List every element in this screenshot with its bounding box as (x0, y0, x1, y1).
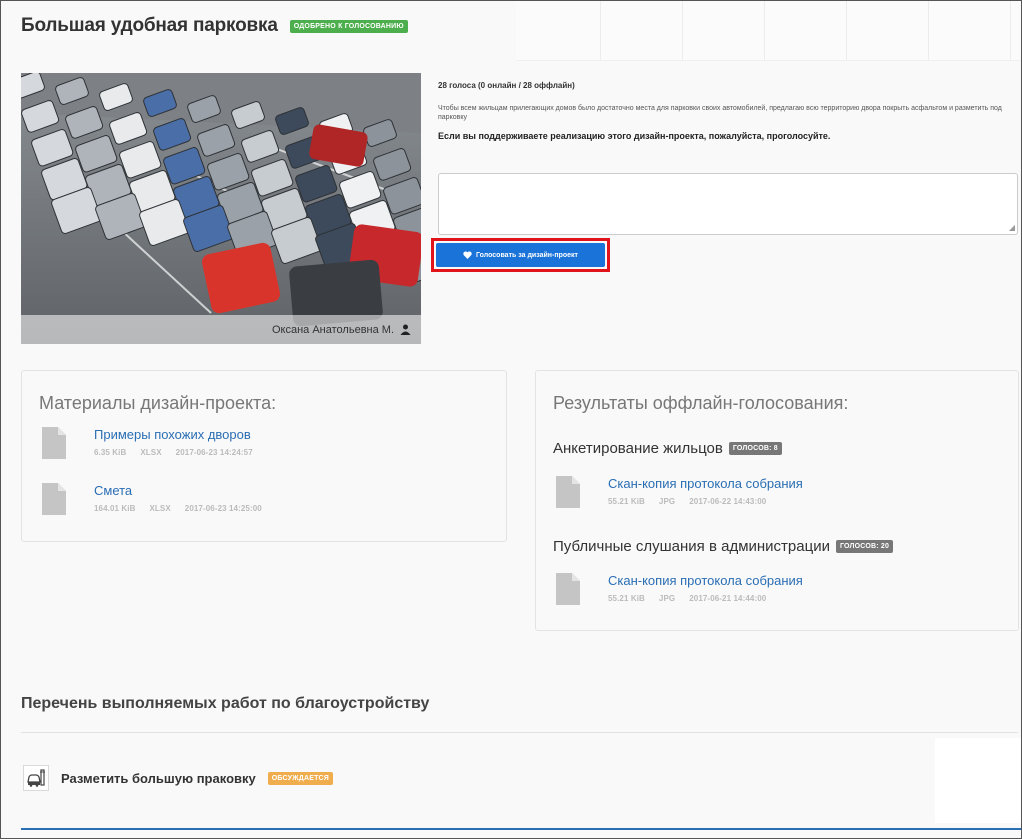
votes-summary: 28 голоса (0 онлайн / 28 оффлайн) (438, 81, 575, 90)
header-background (516, 1, 1021, 61)
file-meta: 164.01 KiB XLSX 2017-06-23 14:25:00 (94, 504, 262, 513)
offline-results-panel: Результаты оффлайн-голосования: Анкетиро… (535, 370, 1019, 631)
file-link[interactable]: Скан-копия протокола собрания (608, 476, 803, 491)
heart-icon (463, 251, 472, 259)
file-icon (42, 483, 66, 515)
vote-group-title: Анкетирование жильцов ГОЛОСОВ: 8 (553, 440, 782, 457)
file-link[interactable]: Примеры похожих дворов (94, 427, 267, 442)
file-meta: 55.21 KiB JPG 2017-06-22 14:43:00 (608, 497, 767, 506)
work-item[interactable]: Разметить большую праковку ОБСУЖДАЕТСЯ (23, 765, 334, 791)
project-title: Большая удобная парковка (21, 15, 278, 36)
divider (21, 732, 1018, 733)
votes-count-badge: ГОЛОСОВ: 8 (728, 442, 782, 455)
parking-lot-image (21, 73, 421, 344)
project-details: 28 голоса (0 онлайн / 28 оффлайн) Чтобы … (438, 81, 1018, 141)
vote-button[interactable]: Голосовать за дизайн-проект (436, 243, 605, 267)
status-badge: ОДОБРЕНО К ГОЛОСОВАНИЮ (289, 19, 408, 33)
file-meta: 6.35 KiB XLSX 2017-06-23 14:24:57 (94, 448, 253, 457)
photo-author: Оксана Анатольевна М. (21, 315, 421, 344)
file-item: Примеры похожих дворов 6.35 KiB XLSX 2017-… (42, 427, 267, 459)
car-wash-icon (23, 765, 49, 791)
comment-textarea[interactable]: ◢ (438, 173, 1018, 235)
offline-results-title: Результаты оффлайн-голосования: (553, 393, 849, 413)
author-name: Оксана Анатольевна М. (271, 323, 394, 336)
project-header: Большая удобная парковка ОДОБРЕНО К ГОЛО… (21, 15, 408, 37)
works-section-title: Перечень выполняемых работ по благоустро… (21, 695, 430, 712)
file-item: Скан-копия протокола собрания 55.21 KiB J… (556, 476, 803, 508)
vote-group-title: Публичные слушания в администрации ГОЛОС… (553, 538, 894, 555)
work-status-badge: ОБСУЖДАЕТСЯ (267, 771, 334, 785)
file-meta: 55.21 KiB JPG 2017-06-21 14:44:00 (608, 594, 767, 603)
materials-panel: Материалы дизайн-проекта: Примеры похожи… (21, 370, 507, 542)
user-icon (400, 324, 411, 335)
resize-handle-icon[interactable]: ◢ (1009, 223, 1015, 232)
vote-button-highlight: Голосовать за дизайн-проект (431, 238, 610, 272)
vote-button-label: Голосовать за дизайн-проект (476, 251, 578, 259)
file-item: Смета 164.01 KiB XLSX 2017-06-23 14:25:00 (42, 483, 276, 515)
votes-count-badge: ГОЛОСОВ: 20 (835, 540, 894, 553)
file-link[interactable]: Скан-копия протокола собрания (608, 573, 803, 588)
file-link[interactable]: Смета (94, 483, 276, 498)
project-photo[interactable]: Оксана Анатольевна М. (21, 73, 421, 344)
materials-title: Материалы дизайн-проекта: (39, 393, 277, 413)
bottom-divider (21, 828, 1021, 830)
call-to-action: Если вы поддерживаете реализацию этого д… (438, 131, 831, 141)
blank-area (935, 738, 1021, 823)
file-icon (42, 427, 66, 459)
file-icon (556, 476, 580, 508)
project-description: Чтобы всем жильцам прилегающих домов был… (438, 105, 1002, 121)
file-icon (556, 573, 580, 605)
file-item: Скан-копия протокола собрания 55.21 KiB J… (556, 573, 803, 605)
work-item-label[interactable]: Разметить большую праковку (61, 771, 256, 786)
